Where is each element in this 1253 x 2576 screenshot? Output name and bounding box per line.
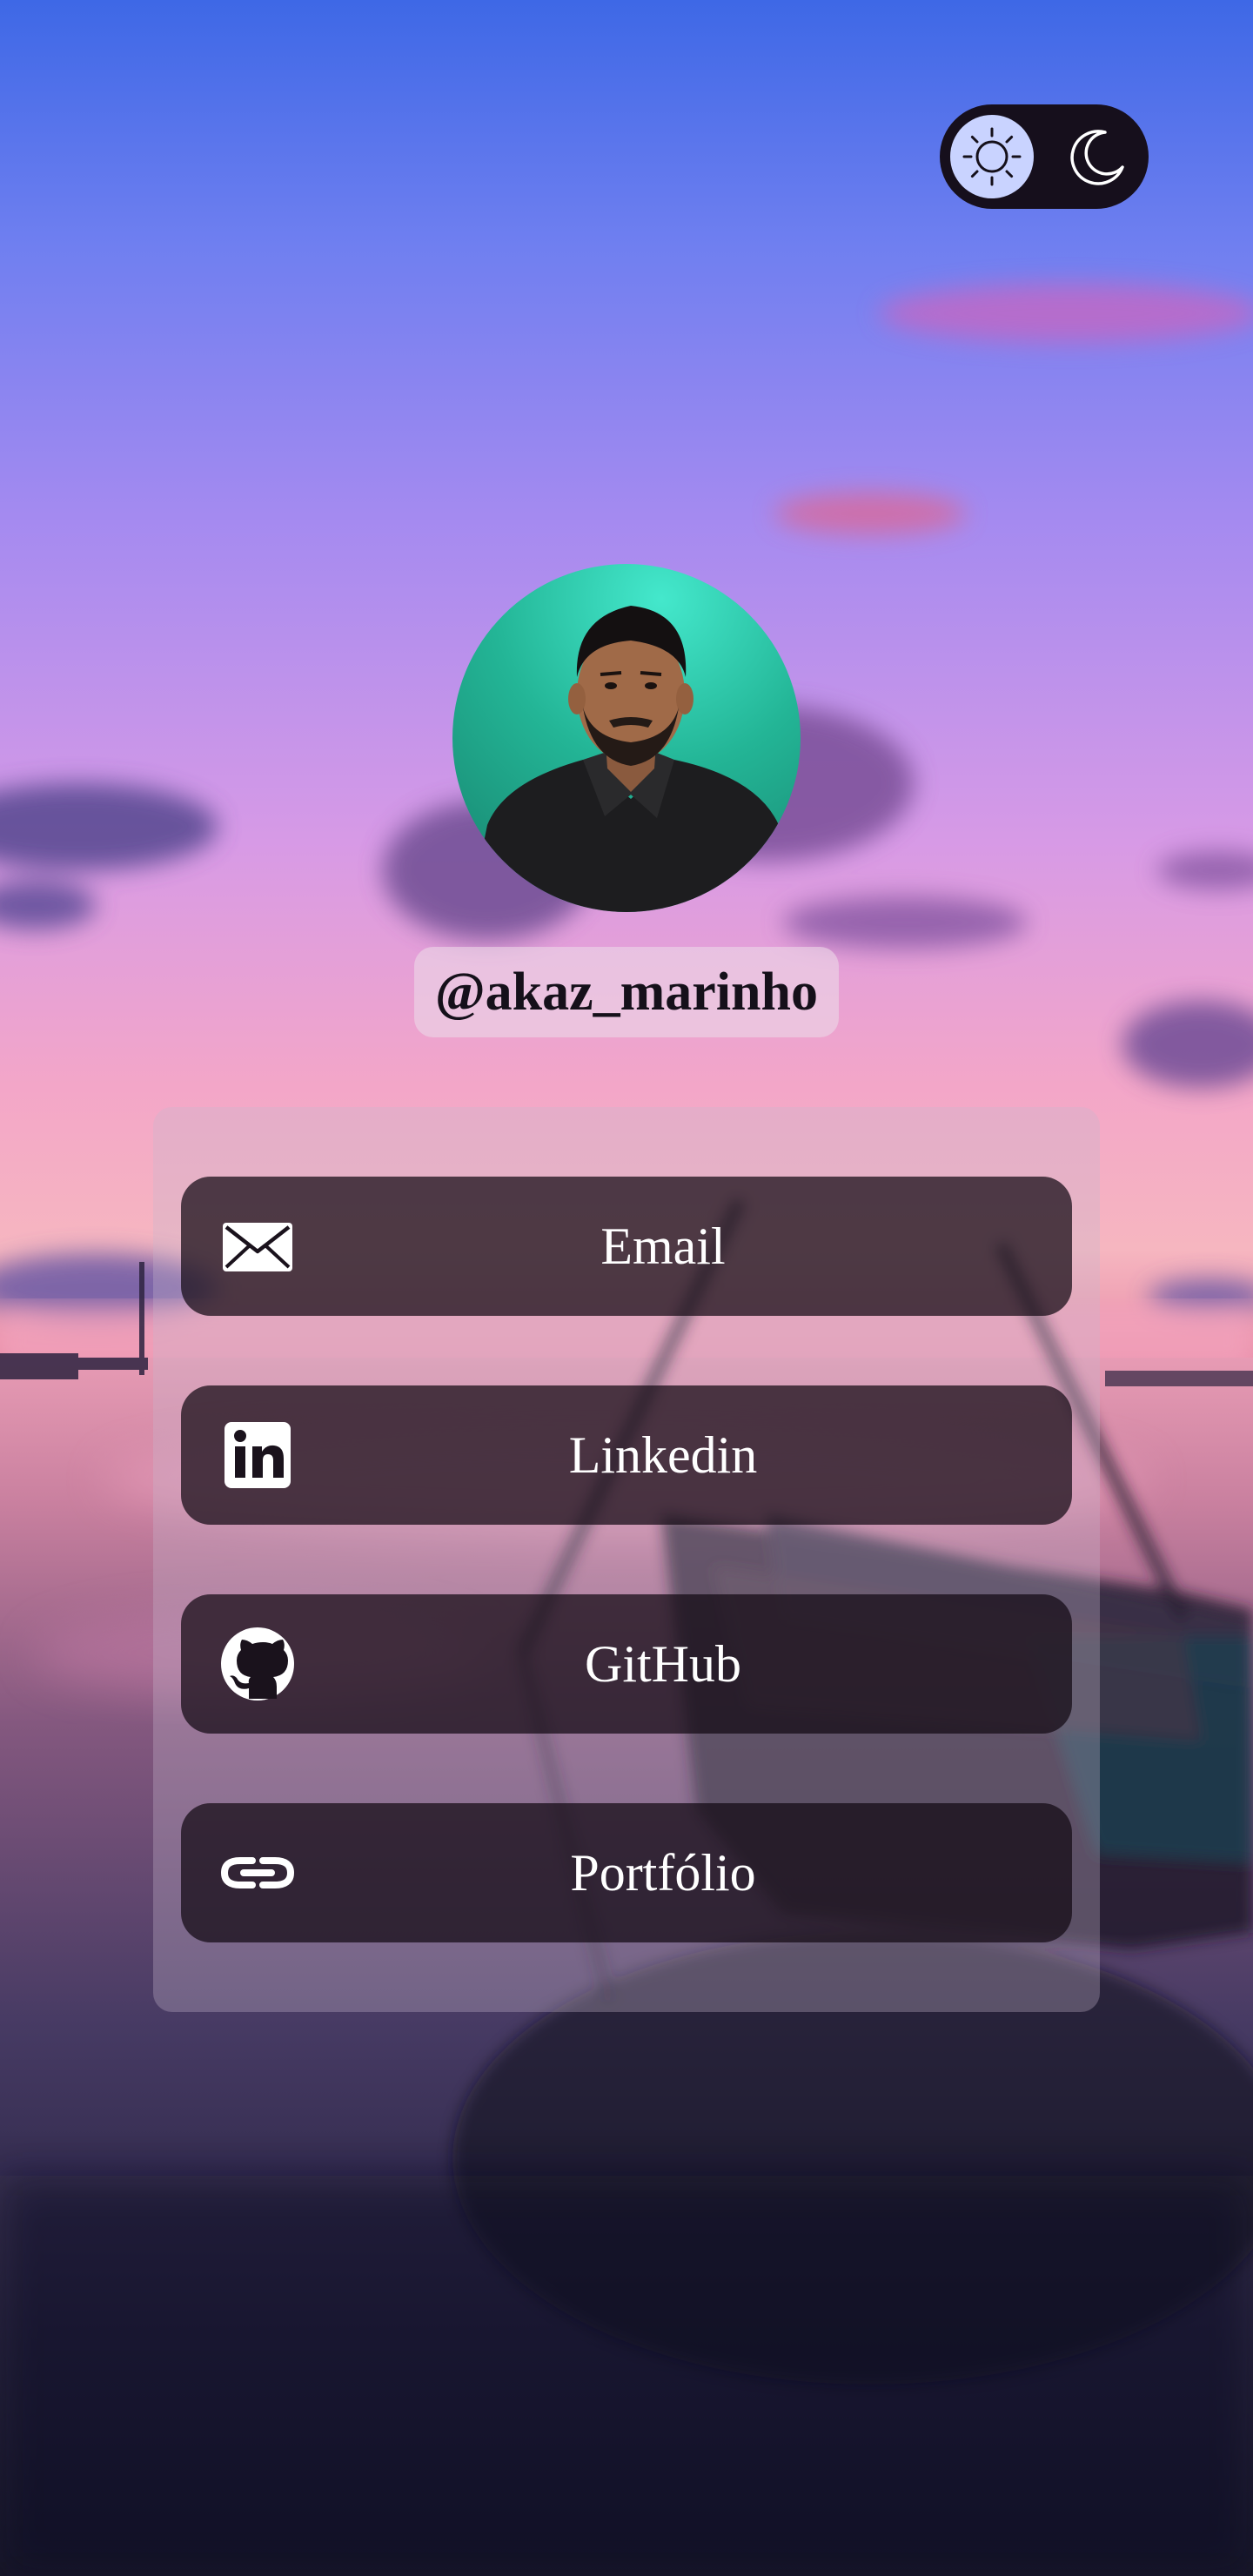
links-card: Email Linkedin GitHub Portfólio (153, 1107, 1100, 2012)
linkedin-button-label: Linkedin (568, 1426, 758, 1484)
username-badge: @akaz_marinho (414, 947, 839, 1037)
portfolio-button-label: Portfólio (570, 1844, 756, 1902)
portfolio-button[interactable]: Portfólio (181, 1803, 1072, 1942)
profile-avatar (452, 564, 801, 912)
dark-theme-option[interactable] (1055, 115, 1138, 198)
username: @akaz_marinho (434, 962, 819, 1022)
moon-icon (1070, 130, 1124, 185)
email-button-label: Email (600, 1218, 726, 1275)
github-button[interactable]: GitHub (181, 1594, 1072, 1734)
light-theme-option[interactable] (950, 115, 1034, 198)
linkedin-button[interactable]: Linkedin (181, 1385, 1072, 1525)
github-button-label: GitHub (585, 1635, 741, 1693)
sun-icon (962, 127, 1022, 186)
email-button[interactable]: Email (181, 1177, 1072, 1316)
theme-toggle[interactable] (940, 104, 1149, 209)
